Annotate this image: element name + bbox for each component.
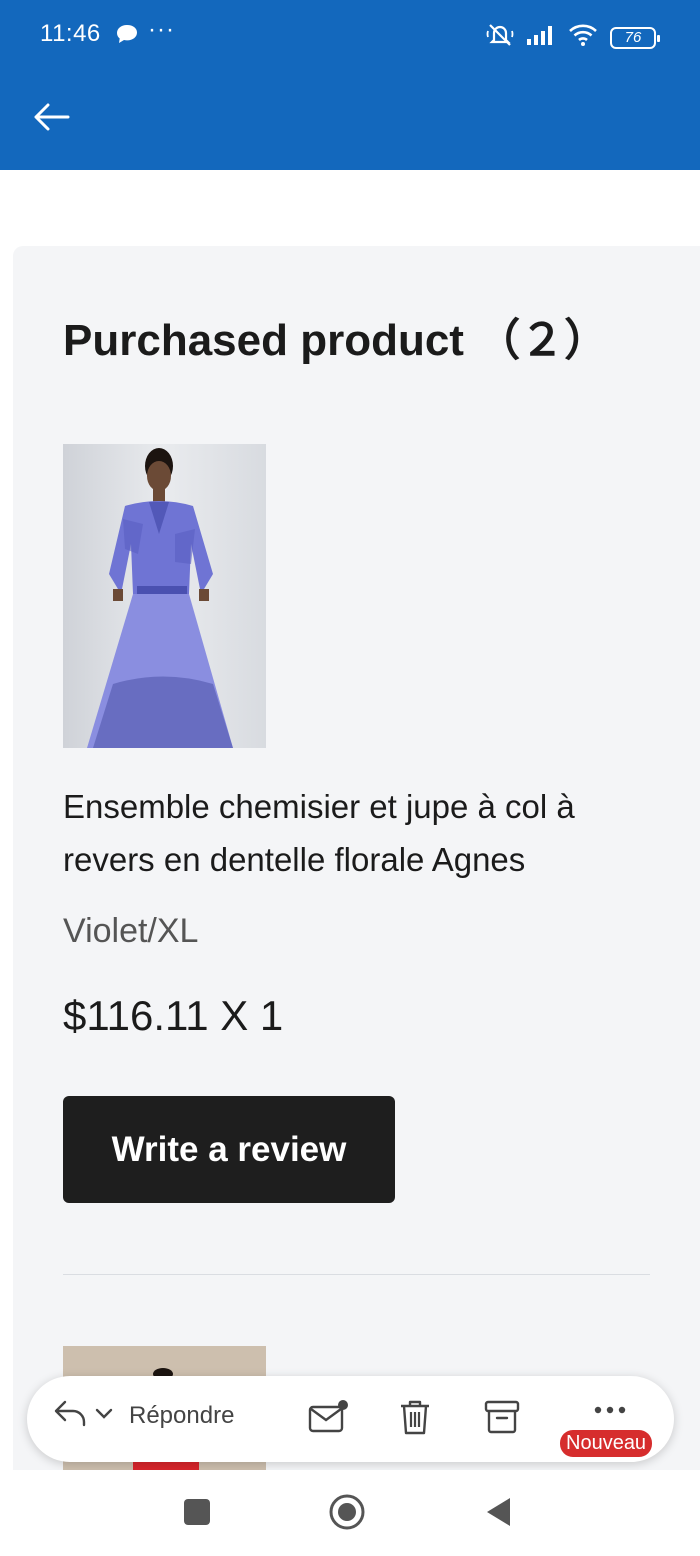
home-button[interactable]	[327, 1494, 367, 1534]
more-dots-icon	[593, 1402, 627, 1420]
section-title: Purchased product （２）	[63, 316, 609, 365]
divider	[63, 1274, 650, 1275]
signal-icon	[526, 24, 556, 51]
system-back-button[interactable]	[478, 1494, 518, 1534]
reply-button[interactable]: Répondre	[53, 1398, 234, 1433]
arrow-left-icon	[32, 102, 70, 137]
home-circle-icon	[328, 1493, 366, 1536]
email-action-bar: Répondre Nouveau	[27, 1376, 674, 1462]
trash-icon	[398, 1398, 432, 1441]
status-time: 11:46	[40, 20, 101, 47]
chat-icon	[116, 24, 138, 44]
reply-label: Répondre	[129, 1401, 235, 1429]
mail-unread-icon	[308, 1399, 348, 1439]
chevron-down-icon[interactable]	[95, 1407, 113, 1425]
product-price: $116.11 X 1	[63, 992, 284, 1039]
write-review-button[interactable]: Write a review	[63, 1096, 395, 1203]
triangle-back-icon	[484, 1496, 512, 1533]
status-more-icon: ···	[148, 16, 175, 43]
product-name[interactable]: Ensemble chemisier et jupe à col à rever…	[63, 780, 663, 886]
recents-button[interactable]	[177, 1494, 217, 1534]
product-image[interactable]	[63, 444, 266, 748]
product-variant: Violet/XL	[63, 912, 199, 950]
bell-muted-icon	[486, 22, 514, 53]
app-header: 11:46 ··· 76	[0, 0, 700, 170]
mark-unread-button[interactable]	[307, 1398, 349, 1440]
square-icon	[183, 1498, 211, 1531]
system-nav-bar	[0, 1470, 700, 1556]
back-button[interactable]	[28, 96, 74, 142]
wifi-icon	[568, 23, 598, 52]
purchased-product-card: Purchased product （２） Ensemble chemisier…	[13, 246, 700, 1486]
reply-icon	[53, 1398, 87, 1433]
more-button[interactable]	[589, 1390, 631, 1432]
delete-button[interactable]	[394, 1398, 436, 1440]
archive-icon	[484, 1399, 520, 1440]
status-icons: 76	[486, 22, 660, 53]
battery-icon: 76	[610, 26, 660, 49]
new-badge: Nouveau	[560, 1430, 653, 1457]
archive-button[interactable]	[481, 1398, 523, 1440]
